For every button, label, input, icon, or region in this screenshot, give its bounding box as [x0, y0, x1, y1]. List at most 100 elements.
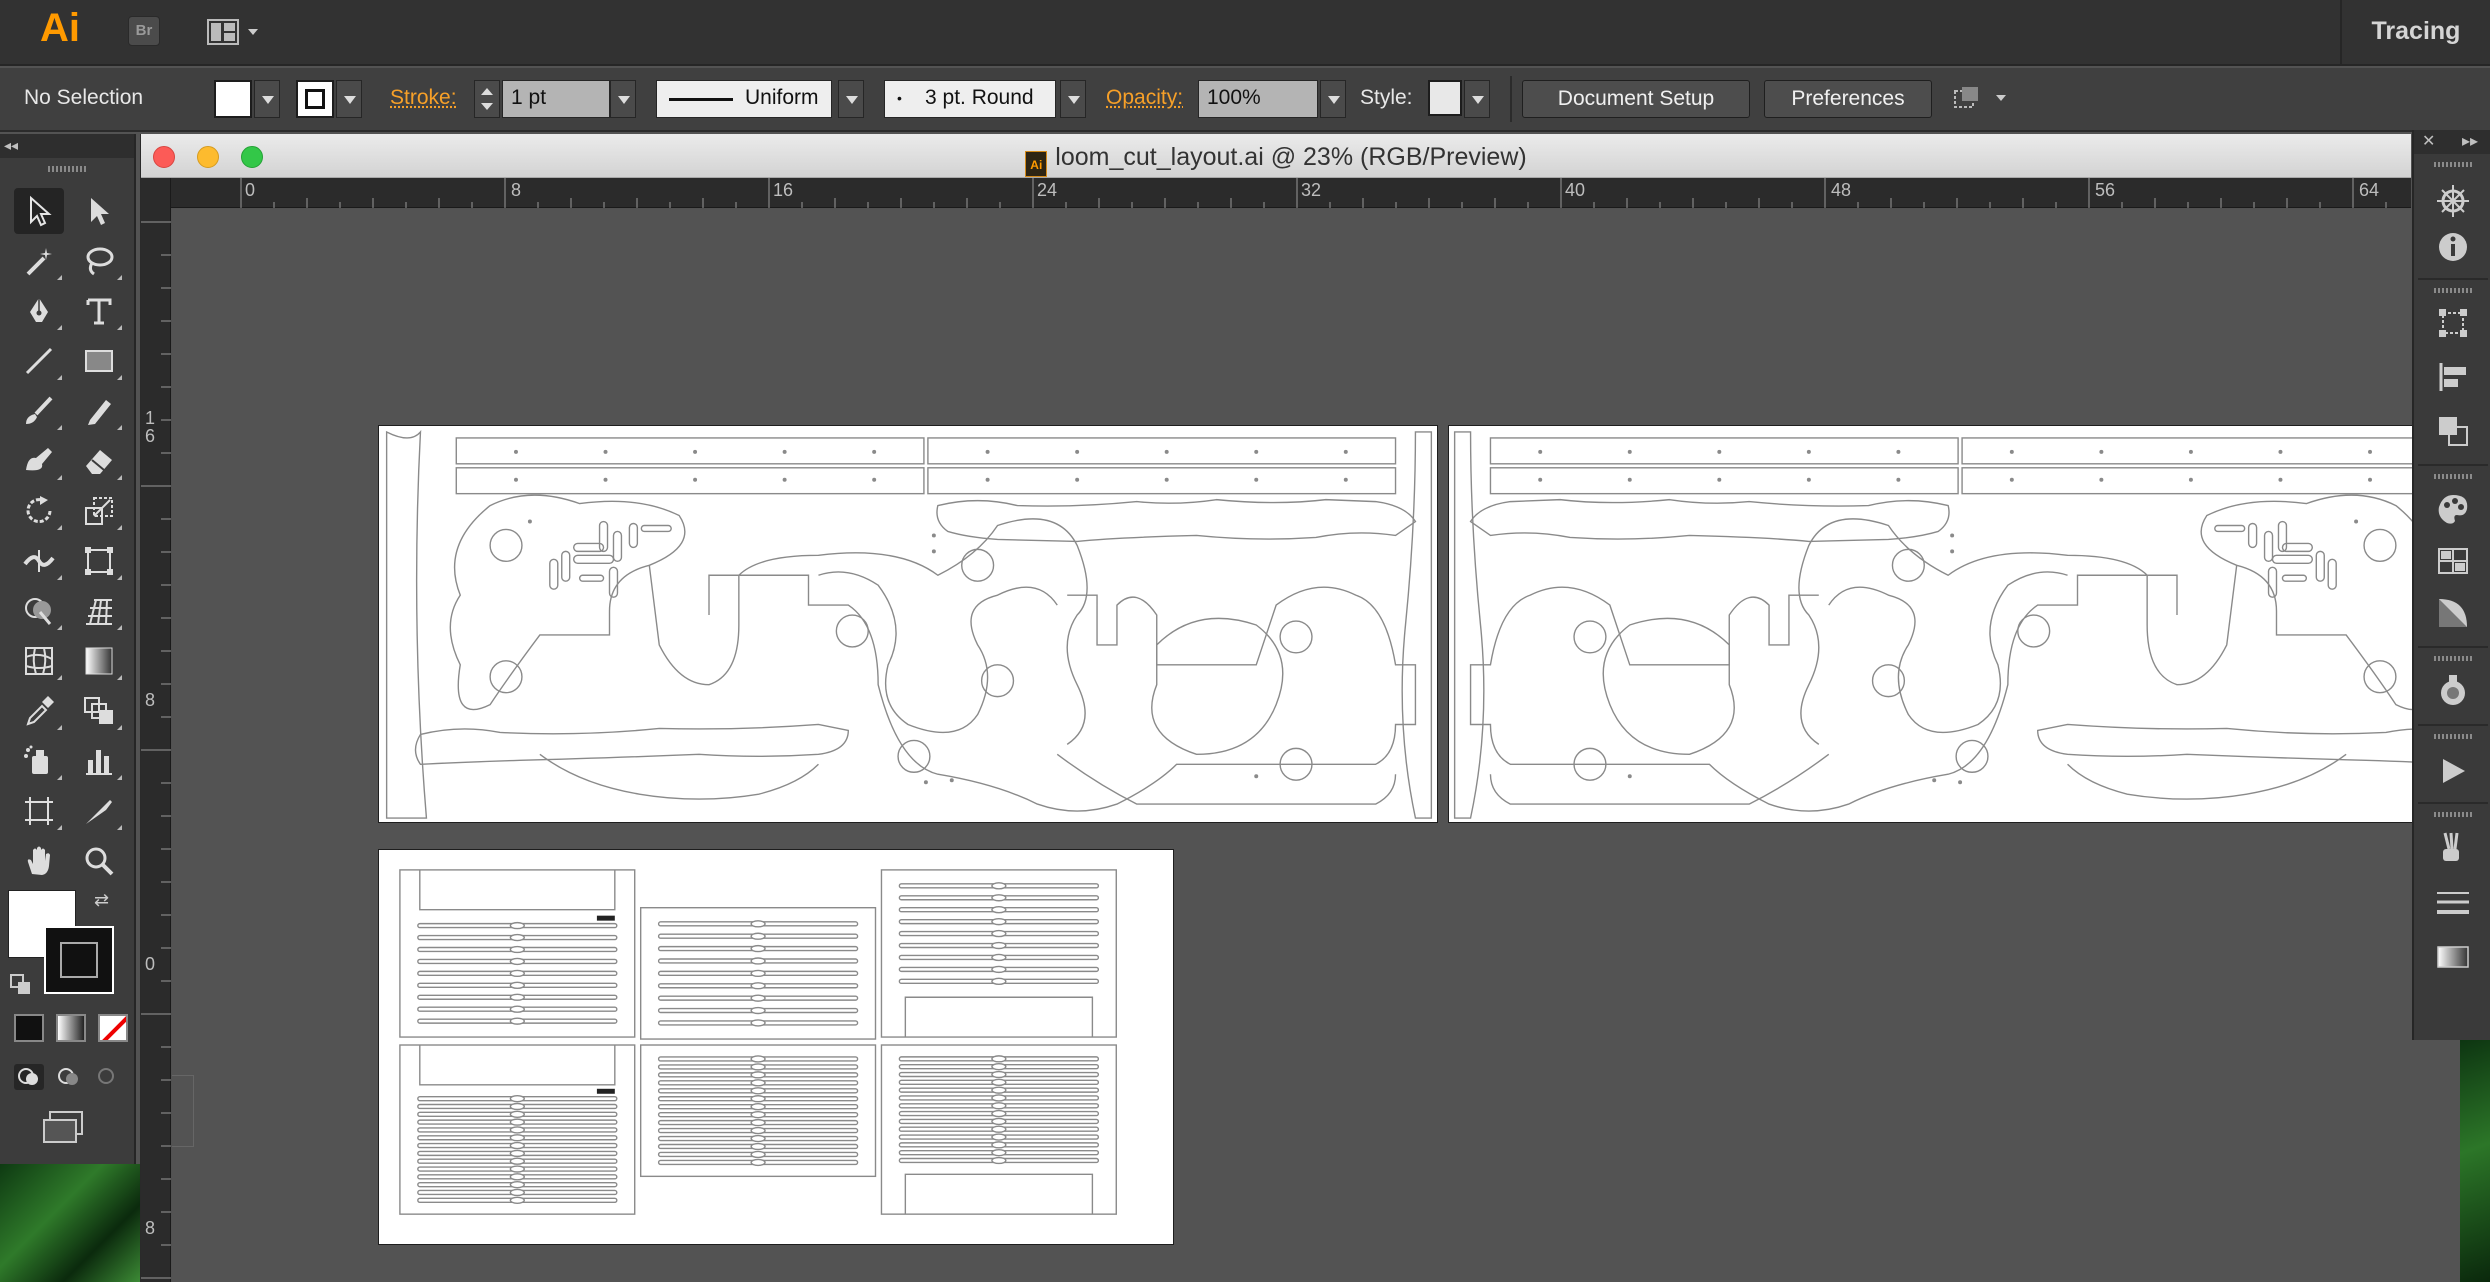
appearance-icon[interactable]	[2432, 670, 2474, 712]
bridge-button[interactable]: Br	[128, 16, 160, 46]
drawing-modes[interactable]	[14, 1062, 124, 1092]
document-setup-button[interactable]: Document Setup	[1522, 80, 1750, 118]
desktop-wallpaper	[0, 1164, 140, 1282]
opacity-input[interactable]: 100%	[1198, 80, 1318, 118]
stroke-color-dropdown[interactable]	[336, 80, 362, 118]
transparency-icon[interactable]	[2432, 936, 2474, 978]
gradient-tool[interactable]	[74, 638, 124, 684]
none-mode-button[interactable]	[98, 1014, 128, 1042]
preferences-button[interactable]: Preferences	[1764, 80, 1932, 118]
artboard-heddle-panels[interactable]	[378, 849, 1174, 1245]
screen-mode-button[interactable]	[40, 1110, 88, 1146]
blob-brush-tool[interactable]	[14, 438, 64, 484]
pencil-tool[interactable]	[74, 388, 124, 434]
dock-grip[interactable]	[2434, 734, 2474, 739]
pathfinder-icon[interactable]	[2432, 410, 2474, 452]
artboard-icon	[25, 797, 53, 825]
gradient-panel-icon[interactable]	[2432, 592, 2474, 634]
pen-tool[interactable]	[14, 288, 64, 334]
navigator-icon[interactable]	[2432, 180, 2474, 222]
dock-grip[interactable]	[2434, 656, 2474, 661]
artboard-loom-frame-left[interactable]	[378, 425, 1438, 823]
eyedropper-tool[interactable]	[14, 688, 64, 734]
symbol-sprayer-tool[interactable]	[14, 738, 64, 784]
color-guide-icon[interactable]	[2432, 488, 2474, 530]
blend-tool[interactable]	[74, 688, 124, 734]
workspace-switcher[interactable]: Tracing	[2340, 0, 2490, 66]
column-graph-tool[interactable]	[74, 738, 124, 784]
artboard-tool[interactable]	[14, 788, 64, 834]
graphic-style-dropdown[interactable]	[1464, 80, 1490, 118]
uniform-line-preview	[669, 98, 733, 101]
opacity-dropdown[interactable]	[1320, 80, 1346, 118]
free-transform-tool[interactable]	[74, 538, 124, 584]
width-tool[interactable]	[14, 538, 64, 584]
dock-separator	[2418, 724, 2488, 726]
rotate-tool[interactable]	[14, 488, 64, 534]
stroke-icon[interactable]	[2432, 882, 2474, 924]
scale-tool[interactable]	[74, 488, 124, 534]
transform-icon[interactable]	[2432, 302, 2474, 344]
document-window: Ai loom_cut_layout.ai @ 23% (RGB/Preview)…	[140, 134, 2490, 1282]
swatches-icon[interactable]	[2432, 540, 2474, 582]
canvas[interactable]	[172, 209, 2490, 1282]
eraser-tool[interactable]	[74, 438, 124, 484]
selection-tool[interactable]	[14, 188, 64, 234]
tools-collapse-button[interactable]: ◂◂	[0, 134, 134, 158]
rectangle-tool[interactable]	[74, 338, 124, 384]
fill-swatch[interactable]	[214, 80, 252, 118]
stroke-weight-input[interactable]: 1 pt	[502, 80, 610, 118]
direct-selection-tool[interactable]	[74, 188, 124, 234]
fill-dropdown[interactable]	[254, 80, 280, 118]
close-dock-icon[interactable]: ✕	[2422, 131, 2435, 151]
brushes-icon[interactable]	[2432, 826, 2474, 868]
actions-icon[interactable]	[2432, 750, 2474, 792]
dock-grip[interactable]	[2434, 812, 2474, 817]
isolate-selected-button[interactable]	[1952, 84, 2014, 114]
graphic-style-swatch[interactable]	[1428, 80, 1462, 116]
magic-wand-tool[interactable]	[14, 238, 64, 284]
stroke-label[interactable]: Stroke:	[390, 86, 457, 110]
swap-fill-stroke-icon[interactable]: ⇄	[94, 890, 114, 910]
variable-width-profile[interactable]: Uniform	[656, 80, 832, 118]
type-tool[interactable]	[74, 288, 124, 334]
hand-tool[interactable]	[14, 838, 64, 884]
mesh-tool[interactable]	[14, 638, 64, 684]
dock-grip[interactable]	[2434, 288, 2474, 293]
arrange-documents-button[interactable]	[206, 18, 262, 46]
stroke-swatch-inner	[305, 89, 325, 109]
profile-dropdown[interactable]	[838, 80, 864, 118]
brush-definition[interactable]: • 3 pt. Round	[884, 80, 1056, 118]
expand-dock-icon[interactable]: ▸▸	[2462, 131, 2478, 151]
blend-icon	[84, 697, 113, 724]
stroke-swatch[interactable]	[296, 80, 334, 118]
info-icon[interactable]	[2432, 226, 2474, 268]
stroke-color-box[interactable]	[44, 926, 114, 994]
hand-icon	[27, 846, 50, 875]
paintbrush-tool[interactable]	[14, 388, 64, 434]
horizontal-ruler[interactable]: 0 8 16 24 32 40 48 56 64	[141, 178, 2486, 208]
dock-grip[interactable]	[2434, 162, 2474, 167]
color-mode-button[interactable]	[14, 1014, 44, 1042]
tools-panel-grip[interactable]	[48, 166, 88, 172]
artboard-loom-frame-right[interactable]	[1448, 425, 2490, 823]
slice-tool[interactable]	[74, 788, 124, 834]
vertical-ruler[interactable]: 1 6 8 0 8	[141, 178, 171, 1282]
column-graph-icon	[86, 750, 112, 775]
gradient-mode-button[interactable]	[56, 1014, 86, 1042]
magnifier-icon	[85, 847, 114, 876]
document-title-bar[interactable]: Ai loom_cut_layout.ai @ 23% (RGB/Preview)	[141, 134, 2411, 178]
default-fill-stroke-icon[interactable]	[10, 974, 32, 996]
lasso-tool[interactable]	[74, 238, 124, 284]
shape-builder-tool[interactable]	[14, 588, 64, 634]
line-segment-tool[interactable]	[14, 338, 64, 384]
stroke-weight-dropdown[interactable]	[610, 80, 636, 118]
stroke-weight-stepper[interactable]	[474, 80, 500, 118]
brush-dropdown[interactable]	[1060, 80, 1086, 118]
zoom-tool[interactable]	[74, 838, 124, 884]
align-icon[interactable]	[2432, 356, 2474, 398]
dock-grip[interactable]	[2434, 474, 2474, 479]
ruler-h-label: 0	[245, 180, 256, 200]
opacity-label[interactable]: Opacity:	[1106, 86, 1183, 110]
perspective-grid-tool[interactable]	[74, 588, 124, 634]
